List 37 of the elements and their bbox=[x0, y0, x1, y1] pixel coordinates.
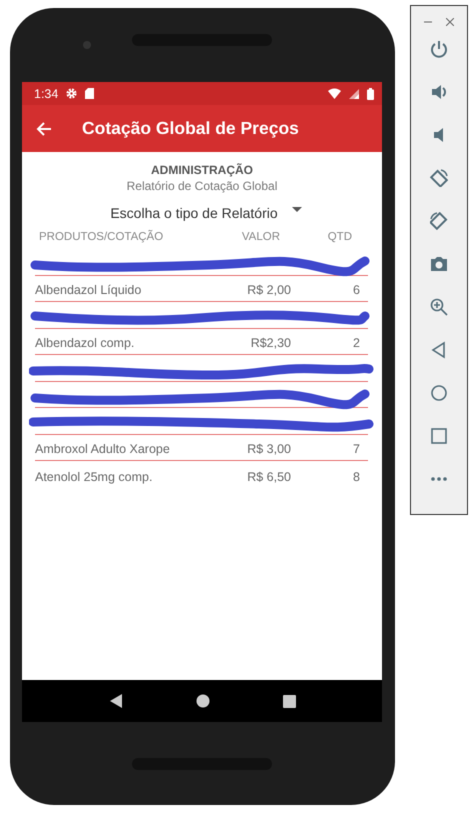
section-title: ADMINISTRAÇÃO bbox=[151, 163, 253, 177]
camera-icon[interactable] bbox=[430, 255, 448, 273]
column-header: QTD bbox=[326, 231, 352, 243]
close-icon[interactable] bbox=[446, 18, 454, 26]
column-header: VALOR bbox=[240, 231, 280, 243]
rotate-right-icon[interactable] bbox=[430, 212, 448, 230]
quantity: 7 bbox=[352, 442, 360, 456]
price: R$2,30 bbox=[250, 336, 291, 350]
power-icon[interactable] bbox=[430, 40, 448, 58]
price: R$ 6,50 bbox=[246, 470, 291, 484]
product-name: Atenolol 25mg comp. bbox=[35, 470, 154, 484]
recents-icon[interactable] bbox=[282, 694, 296, 708]
back-icon[interactable] bbox=[108, 694, 122, 708]
zoom-icon[interactable] bbox=[430, 298, 448, 316]
column-header: PRODUTOS/COTAÇÃO bbox=[39, 231, 164, 243]
price: R$ 3,00 bbox=[246, 442, 291, 456]
dropdown-caret-icon bbox=[292, 207, 302, 213]
signal-icon bbox=[349, 88, 359, 98]
status-time: 1:34 bbox=[34, 86, 58, 100]
gear-icon bbox=[66, 88, 78, 99]
sd-card-icon bbox=[85, 88, 94, 99]
product-name: Ambroxol Adulto Xarope bbox=[35, 442, 171, 456]
report-type-dropdown[interactable]: Escolha o tipo de Relatório bbox=[102, 205, 302, 221]
wifi-icon bbox=[328, 88, 341, 99]
back-arrow-icon[interactable] bbox=[36, 122, 52, 136]
quantity: 6 bbox=[352, 283, 360, 297]
quantity: 2 bbox=[352, 336, 360, 350]
volume-up-icon[interactable] bbox=[430, 83, 448, 101]
report-subtitle: Relatório de Cotação Global bbox=[126, 179, 278, 193]
battery-icon bbox=[367, 88, 374, 100]
product-name: Albendazol comp. bbox=[35, 336, 136, 350]
quantity: 8 bbox=[352, 470, 360, 484]
price: R$ 2,00 bbox=[246, 283, 291, 297]
home-icon[interactable] bbox=[196, 694, 210, 708]
rotate-left-icon[interactable] bbox=[430, 169, 448, 187]
product-name: Albendazol Líquido bbox=[35, 283, 142, 297]
screen-title: Cotação Global de Preços bbox=[82, 118, 299, 139]
